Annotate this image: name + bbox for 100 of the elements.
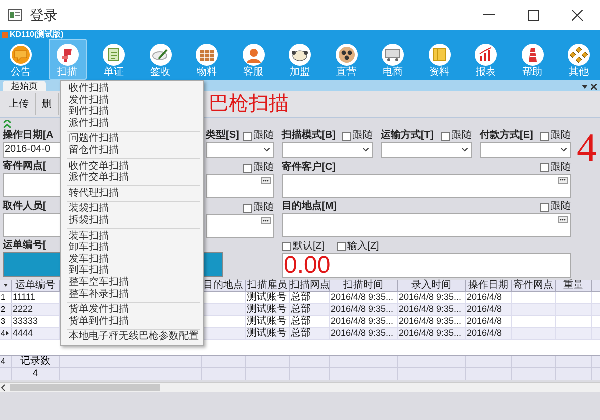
scroll-left-icon	[0, 384, 8, 392]
checkbox[interactable]	[336, 242, 346, 252]
menu-item[interactable]: 拆袋扫描	[61, 214, 203, 227]
dropdown[interactable]	[206, 142, 274, 158]
toolbar-button[interactable]: 删	[36, 93, 59, 115]
menu-item[interactable]: 整车补录扫描	[61, 288, 203, 300]
menu-item[interactable]: 装袋扫描	[61, 203, 203, 215]
close-button[interactable]	[591, 84, 597, 90]
more-button[interactable]	[558, 216, 568, 224]
menu-item[interactable]: 发车扫描	[61, 254, 203, 266]
table-cell: 2016/4/8	[466, 328, 512, 339]
chevron-down-icon	[363, 148, 369, 152]
field-label: 运单编号[	[3, 240, 48, 252]
cart-icon	[382, 44, 404, 66]
row-number: 3	[1, 316, 6, 327]
tower-icon	[522, 44, 544, 66]
column-header: 录入时间	[398, 280, 466, 291]
checkbox[interactable]	[243, 164, 252, 172]
menu-item[interactable]: 整车空车扫描	[61, 276, 203, 288]
checkbox[interactable]	[282, 242, 291, 252]
table-cell: 2016/4/8 9:35...	[398, 304, 466, 315]
bar-chart-icon	[475, 44, 497, 66]
weight-display: 0.00	[282, 252, 571, 278]
table-cell: 2016/4/8 9:35...	[398, 328, 466, 339]
menu-item[interactable]: 本地电子秤无线巴枪参数配置	[61, 331, 203, 343]
menu-item[interactable]: 发件扫描	[61, 94, 203, 106]
checkbox[interactable]	[243, 132, 252, 140]
table-cell: 2016/4/8 9:35...	[330, 316, 398, 327]
field-label: 寄件客户[C]	[282, 162, 336, 174]
page-title: 巴枪扫描	[209, 92, 289, 116]
field-label: 扫描模式[B]	[282, 130, 336, 142]
table-cell: 测试账号	[246, 328, 290, 339]
more-button[interactable]	[261, 177, 271, 184]
menu-item[interactable]: 派件扫描	[61, 118, 203, 130]
horizontal-scrollbar[interactable]	[0, 382, 600, 392]
more-button[interactable]	[558, 176, 568, 184]
menu-item[interactable]: 到车扫描	[61, 265, 203, 277]
table-cell: 2016/4/8 9:35...	[398, 292, 466, 303]
menu-item[interactable]: 转代理扫描	[61, 188, 203, 200]
menu-item[interactable]: 留仓件扫描	[61, 144, 203, 157]
dropdown[interactable]	[282, 142, 373, 158]
menu-item[interactable]: 派件交单扫描	[61, 172, 203, 184]
column-header: 扫描雇员	[246, 280, 290, 291]
scrollbar-thumb[interactable]	[10, 384, 160, 391]
checkbox[interactable]	[342, 132, 351, 140]
more-button[interactable]	[261, 217, 271, 224]
field-label: 付款方式[E]	[480, 130, 534, 142]
column-header: 扫描网点	[290, 280, 330, 291]
row-number: 2	[1, 304, 6, 315]
column-header: 扫描时间	[330, 280, 398, 291]
dropdown-button[interactable]	[582, 85, 588, 89]
tab[interactable]: 起始页	[3, 81, 46, 91]
checkbox-label: 跟随	[551, 201, 571, 214]
dropdown[interactable]	[381, 142, 472, 158]
dots-icon	[336, 44, 358, 66]
chevron-down-icon	[561, 148, 567, 152]
minimize-icon	[483, 14, 495, 16]
menu-item[interactable]: 收件扫描	[61, 83, 203, 95]
caret-down-icon	[582, 85, 588, 89]
checkbox[interactable]	[540, 163, 549, 172]
menu-item[interactable]: 到件扫描	[61, 106, 203, 118]
toolbar-button[interactable]: 上传	[3, 93, 36, 115]
menu-item[interactable]: 卸车扫描	[61, 242, 203, 254]
table-cell: 测试账号	[246, 316, 290, 327]
dropdown[interactable]	[480, 142, 571, 158]
menu-item[interactable]: 问题件扫描	[61, 133, 203, 145]
checkbox-label: 默认[Z]	[293, 240, 325, 253]
menu-item[interactable]: 收件交单扫描	[61, 160, 203, 172]
close-icon	[591, 84, 597, 90]
app-name: KD110(测试版)	[10, 30, 64, 39]
table-cell: 总部	[290, 316, 330, 327]
column-header: 重量	[556, 280, 592, 291]
app-logo-icon	[2, 32, 8, 38]
table-cell: 2016/4/8 9:35...	[330, 292, 398, 303]
maximize-button[interactable]	[526, 8, 540, 22]
checkbox-label: 跟随	[254, 162, 274, 174]
menu-item[interactable]: 货单发件扫描	[61, 304, 203, 316]
document-icon	[103, 44, 125, 66]
counter-display: 4	[577, 128, 597, 168]
table-cell: 总部	[290, 328, 330, 339]
table-cell: 2016/4/8 9:35...	[398, 316, 466, 327]
checkbox-label: 输入[Z]	[348, 240, 380, 253]
table-cell: 2016/4/8	[466, 316, 512, 327]
shelf-icon	[196, 44, 218, 66]
table-cell: 2016/4/8	[466, 292, 512, 303]
menu-item[interactable]: 货单到件扫描	[61, 316, 203, 328]
dots-icon	[560, 179, 566, 182]
footer-value: 4	[12, 368, 60, 380]
close-icon	[572, 10, 582, 20]
checkbox[interactable]	[540, 202, 549, 212]
field-label: 类型[S]	[206, 130, 240, 142]
window-title: 登录	[30, 6, 58, 24]
checkbox[interactable]	[540, 132, 549, 140]
close-button[interactable]	[570, 8, 584, 22]
checkbox-label: 跟随	[551, 162, 571, 174]
checkbox[interactable]	[243, 204, 252, 212]
caret-down-icon	[4, 284, 8, 287]
checkbox[interactable]	[441, 132, 450, 140]
person-icon	[242, 44, 264, 66]
menu-item[interactable]: 装车扫描	[61, 230, 203, 242]
